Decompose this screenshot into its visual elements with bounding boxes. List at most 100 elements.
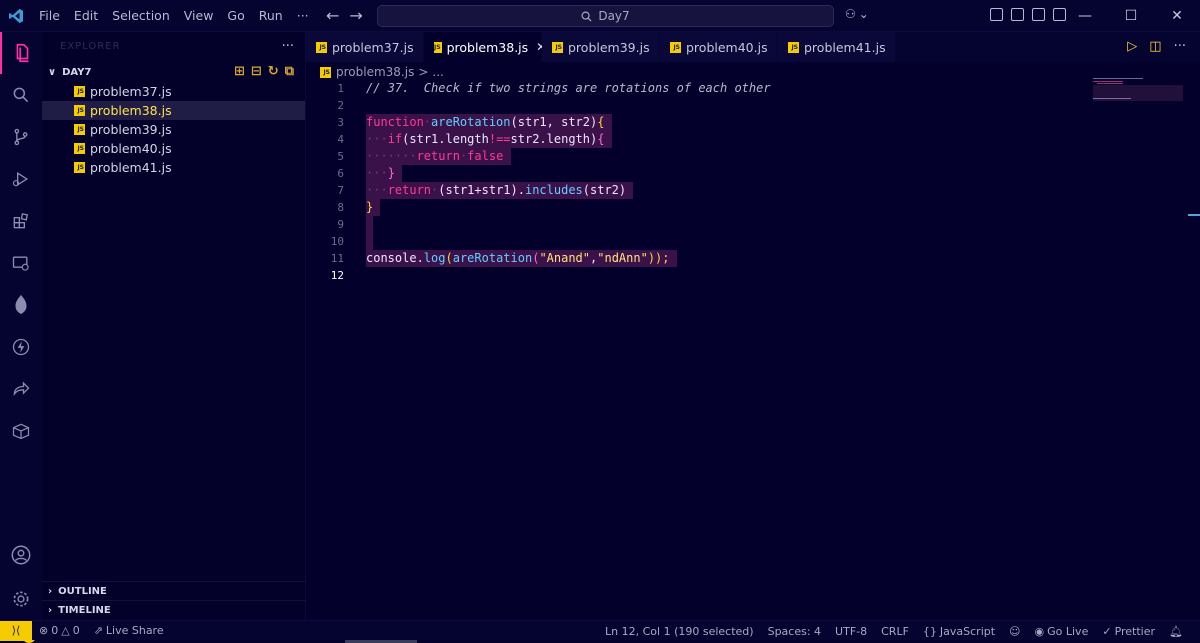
line-number: 8 xyxy=(337,201,344,214)
tab-problem39[interactable]: JS problem39.js xyxy=(542,32,660,62)
js-file-icon: JS xyxy=(434,41,442,53)
extensions-icon[interactable] xyxy=(0,200,42,242)
settings-icon[interactable] xyxy=(0,578,42,620)
folder-day7[interactable]: ∨ DAY7 ⊞ ⊟ ↻ ⧉ xyxy=(42,62,306,82)
source-control-icon[interactable] xyxy=(0,116,42,158)
indentation[interactable]: Spaces: 4 xyxy=(761,625,828,638)
menu-run[interactable]: Run xyxy=(252,8,290,23)
code-text: console.log(areRotation("Anand","ndAnn")… xyxy=(366,250,677,267)
problems-indicator[interactable]: ⊗ 0 △ 0 xyxy=(32,624,87,637)
js-file-icon: JS xyxy=(788,41,799,53)
minimize-icon[interactable]: — xyxy=(1062,0,1108,32)
back-arrow-icon[interactable]: ← xyxy=(326,6,339,25)
close-window-icon[interactable]: ✕ xyxy=(1154,0,1200,32)
js-file-icon: JS xyxy=(670,41,681,53)
breadcrumb: JS problem38.js > ... xyxy=(320,63,444,81)
customize-layout-icon[interactable] xyxy=(990,8,1003,21)
tab-problem41[interactable]: JS problem41.js xyxy=(778,32,896,62)
tab-problem37[interactable]: JS problem37.js xyxy=(306,32,424,62)
prettier-label: Prettier xyxy=(1114,624,1156,638)
explorer-title: EXPLORER xyxy=(60,40,121,52)
forward-arrow-icon[interactable]: → xyxy=(349,6,362,25)
tab-problem38[interactable]: JS problem38.js ✕ xyxy=(424,32,546,62)
collapse-all-icon[interactable]: ⧉ xyxy=(285,64,294,79)
file-item-problem40[interactable]: JS problem40.js xyxy=(42,139,305,158)
search-icon[interactable] xyxy=(0,74,42,116)
token-string: "Anand" xyxy=(539,251,591,265)
maximize-icon[interactable]: ☐ xyxy=(1108,0,1154,32)
file-item-problem39[interactable]: JS problem39.js xyxy=(42,120,305,139)
line-number: 5 xyxy=(337,150,344,163)
split-editor-icon[interactable]: ◫ xyxy=(1149,39,1161,54)
file-label: problem41.js xyxy=(90,160,172,175)
code-editor[interactable]: 1 // 37. Check if two strings are rotati… xyxy=(306,80,1200,620)
minimap[interactable] xyxy=(1093,78,1183,102)
explorer-more-button[interactable]: ··· xyxy=(282,39,294,54)
code-text: ···} xyxy=(366,165,403,182)
menu-file[interactable]: File xyxy=(32,8,67,23)
menu-selection[interactable]: Selection xyxy=(105,8,177,23)
refresh-icon[interactable]: ↻ xyxy=(268,64,279,79)
thunder-client-icon[interactable] xyxy=(0,326,42,368)
token-function: log xyxy=(423,251,446,265)
vertical-scrollbar[interactable] xyxy=(1186,62,1200,620)
live-share-status[interactable]: ⇗ Live Share xyxy=(87,624,171,637)
breadcrumb-file[interactable]: problem38.js xyxy=(336,65,414,79)
file-item-problem41[interactable]: JS problem41.js xyxy=(42,158,305,177)
breadcrumb-more[interactable]: ... xyxy=(432,65,443,79)
menu-go[interactable]: Go xyxy=(220,8,251,23)
token-keyword: return xyxy=(416,149,460,163)
folder-label: DAY7 xyxy=(62,66,92,78)
code-text: ···return·(str1+str1).includes(str2) xyxy=(366,182,634,199)
status-right: Ln 12, Col 1 (190 selected) Spaces: 4 UT… xyxy=(598,621,1190,641)
file-label: problem40.js xyxy=(90,141,172,156)
encoding[interactable]: UTF-8 xyxy=(828,625,874,638)
toggle-sidebar-icon[interactable] xyxy=(1011,8,1024,21)
live-share-icon[interactable] xyxy=(0,368,42,410)
timeline-label: TIMELINE xyxy=(58,604,111,616)
copilot-status-icon[interactable]: ☺ xyxy=(1002,625,1027,638)
more-actions-icon[interactable]: ··· xyxy=(1174,39,1186,54)
cursor-position[interactable]: Ln 12, Col 1 (190 selected) xyxy=(598,625,761,638)
code-text xyxy=(366,216,374,233)
account-icon[interactable] xyxy=(0,534,42,576)
new-folder-icon[interactable]: ⊟ xyxy=(251,64,262,79)
docker-icon[interactable] xyxy=(0,410,42,452)
command-center-search[interactable]: Day7 xyxy=(377,5,834,27)
language-mode[interactable]: {} JavaScript xyxy=(916,625,1002,638)
menu-edit[interactable]: Edit xyxy=(67,8,105,23)
remote-indicator-icon[interactable]: ⟩⟨ xyxy=(0,620,32,641)
prettier-status[interactable]: ✓ Prettier xyxy=(1095,625,1162,638)
code-line: 6 ···} xyxy=(306,165,1200,182)
js-file-icon: JS xyxy=(74,124,85,135)
js-file-icon: JS xyxy=(552,41,563,53)
chevron-right-icon: › xyxy=(48,604,53,616)
new-file-icon[interactable]: ⊞ xyxy=(234,64,245,79)
timeline-section[interactable]: › TIMELINE xyxy=(42,600,306,619)
outline-section[interactable]: › OUTLINE xyxy=(42,581,306,600)
run-file-icon[interactable]: ▷ xyxy=(1127,39,1137,54)
code-line: 2 xyxy=(306,97,1200,114)
copilot-menu[interactable]: ⚇ ⌄ xyxy=(845,7,869,21)
explorer-icon[interactable] xyxy=(0,32,42,74)
mongodb-icon[interactable] xyxy=(0,284,42,326)
go-live-button[interactable]: ◉ Go Live xyxy=(1028,625,1096,638)
menu-more[interactable]: ··· xyxy=(290,8,316,23)
chevron-down-icon: ⌄ xyxy=(858,7,869,21)
remote-explorer-icon[interactable] xyxy=(0,242,42,284)
broadcast-icon: ◉ xyxy=(1034,624,1045,638)
toggle-panel-icon[interactable] xyxy=(1032,8,1045,21)
code-text: function·areRotation(str1, str2){ xyxy=(366,114,612,131)
token-paren: )); xyxy=(647,251,670,265)
file-item-problem37[interactable]: JS problem37.js xyxy=(42,82,305,101)
end-of-line[interactable]: CRLF xyxy=(874,625,916,638)
run-debug-icon[interactable] xyxy=(0,158,42,200)
menu-view[interactable]: View xyxy=(177,8,221,23)
notifications-bell-icon[interactable]: 🔔︎ xyxy=(1162,625,1190,638)
file-item-problem38[interactable]: JS problem38.js xyxy=(42,101,305,120)
editor-actions: ▷ ◫ ··· xyxy=(1127,39,1186,54)
file-label: problem37.js xyxy=(90,84,172,99)
tab-problem40[interactable]: JS problem40.js xyxy=(660,32,778,62)
braces-icon: {} xyxy=(922,624,937,638)
js-file-icon: JS xyxy=(320,66,331,78)
